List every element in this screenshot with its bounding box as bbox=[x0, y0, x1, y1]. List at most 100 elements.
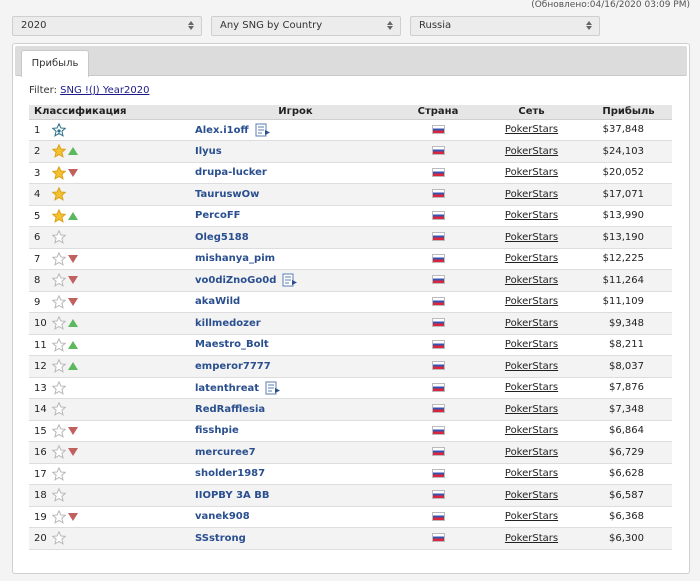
player-link[interactable]: SSstrong bbox=[195, 533, 246, 544]
network-link[interactable]: PokerStars bbox=[505, 167, 558, 178]
player-link[interactable]: Ilyus bbox=[195, 146, 222, 157]
star-empty-icon bbox=[51, 337, 67, 352]
rank-number: 4 bbox=[34, 189, 41, 201]
star-empty-icon bbox=[51, 466, 67, 481]
table-row: 6 Oleg5188 PokerStars $13,190 bbox=[29, 226, 672, 249]
year-select[interactable]: 2020 bbox=[12, 16, 202, 36]
player-link[interactable]: mishanya_pim bbox=[195, 253, 275, 264]
header-profit[interactable]: Прибыль bbox=[585, 105, 672, 120]
network-link[interactable]: PokerStars bbox=[505, 124, 558, 135]
network-link[interactable]: PokerStars bbox=[505, 210, 558, 221]
network-link[interactable]: PokerStars bbox=[505, 232, 558, 243]
star-gold-icon bbox=[51, 143, 67, 159]
trend-up-icon bbox=[67, 340, 79, 350]
header-country[interactable]: Страна bbox=[398, 105, 478, 120]
country-cell bbox=[398, 334, 478, 356]
network-cell: PokerStars bbox=[478, 420, 585, 442]
rank-number: 6 bbox=[34, 232, 41, 244]
network-link[interactable]: PokerStars bbox=[505, 146, 558, 157]
player-link[interactable]: emperor7777 bbox=[195, 361, 271, 372]
network-link[interactable]: PokerStars bbox=[505, 490, 558, 501]
player-cell: mercuree7 bbox=[193, 441, 398, 464]
network-link[interactable]: PokerStars bbox=[505, 447, 558, 458]
player-link[interactable]: RedRafflesia bbox=[195, 404, 265, 415]
notes-icon[interactable] bbox=[265, 381, 281, 395]
table-row: 3 drupa-lucker PokerStars $20,052 bbox=[29, 162, 672, 184]
player-link[interactable]: killmedozer bbox=[195, 318, 261, 329]
player-link[interactable]: Alex.i1off bbox=[195, 125, 249, 136]
notes-icon[interactable] bbox=[282, 273, 298, 287]
rank-number: 18 bbox=[34, 490, 47, 502]
russia-flag-icon bbox=[431, 339, 445, 349]
network-link[interactable]: PokerStars bbox=[505, 253, 558, 264]
rank-cell: 6 bbox=[29, 226, 193, 249]
trend-down-icon bbox=[67, 426, 79, 436]
network-link[interactable]: PokerStars bbox=[505, 339, 558, 350]
player-link[interactable]: fisshpie bbox=[195, 425, 239, 436]
select-arrows-icon bbox=[386, 21, 394, 33]
rank-number: 5 bbox=[34, 210, 41, 222]
table-row: 7 mishanya_pim PokerStars $12,225 bbox=[29, 248, 672, 270]
country-cell bbox=[398, 183, 478, 206]
player-link[interactable]: TauruswOw bbox=[195, 189, 259, 200]
country-select[interactable]: Russia bbox=[410, 16, 600, 36]
player-link[interactable]: drupa-lucker bbox=[195, 167, 267, 178]
network-cell: PokerStars bbox=[478, 463, 585, 485]
rank-cell: 4 bbox=[29, 183, 193, 206]
player-link[interactable]: Maestro_Bolt bbox=[195, 339, 269, 350]
network-link[interactable]: PokerStars bbox=[505, 425, 558, 436]
country-select-value: Russia bbox=[419, 20, 452, 31]
network-link[interactable]: PokerStars bbox=[505, 404, 558, 415]
network-link[interactable]: PokerStars bbox=[505, 361, 558, 372]
player-link[interactable]: mercuree7 bbox=[195, 447, 256, 458]
type-select[interactable]: Any SNG by Country bbox=[211, 16, 401, 36]
table-header-row: Классификация Игрок Страна Сеть Прибыль bbox=[29, 105, 672, 120]
rank-cell: 14 bbox=[29, 398, 193, 421]
network-link[interactable]: PokerStars bbox=[505, 468, 558, 479]
player-link[interactable]: vanek908 bbox=[195, 511, 250, 522]
rank-number: 1 bbox=[34, 124, 41, 136]
star-empty-icon bbox=[51, 315, 67, 331]
tab-profit[interactable]: Прибыль bbox=[21, 50, 89, 77]
profit-cell: $11,109 bbox=[585, 291, 672, 313]
profit-cell: $6,864 bbox=[585, 420, 672, 442]
country-cell bbox=[398, 140, 478, 163]
rank-cell: 17 bbox=[29, 463, 193, 485]
player-link[interactable]: akaWild bbox=[195, 296, 240, 307]
network-link[interactable]: PokerStars bbox=[505, 533, 558, 544]
russia-flag-icon bbox=[431, 318, 445, 328]
header-network[interactable]: Сеть bbox=[478, 105, 585, 120]
player-link[interactable]: vo0diZnoGo0d bbox=[195, 275, 276, 286]
player-link[interactable]: IIOPBY 3A BB bbox=[195, 490, 270, 501]
table-row: 20 SSstrong PokerStars $6,300 bbox=[29, 527, 672, 550]
network-link[interactable]: PokerStars bbox=[505, 511, 558, 522]
country-cell bbox=[398, 441, 478, 464]
network-link[interactable]: PokerStars bbox=[505, 275, 558, 286]
player-link[interactable]: Oleg5188 bbox=[195, 232, 249, 243]
rank-number: 10 bbox=[34, 318, 47, 330]
network-link[interactable]: PokerStars bbox=[505, 189, 558, 200]
player-link[interactable]: PercoFF bbox=[195, 210, 241, 221]
table-row: 1 Alex.i1off PokerStars $37,848 bbox=[29, 119, 672, 141]
country-cell bbox=[398, 377, 478, 399]
network-link[interactable]: PokerStars bbox=[505, 382, 558, 393]
russia-flag-icon bbox=[431, 232, 445, 242]
profit-cell: $6,628 bbox=[585, 463, 672, 485]
network-cell: PokerStars bbox=[478, 484, 585, 507]
player-cell: Alex.i1off bbox=[193, 119, 398, 141]
star-empty-icon bbox=[51, 251, 67, 266]
filter-link[interactable]: SNG !(J) Year2020 bbox=[60, 85, 149, 96]
header-rank[interactable]: Классификация bbox=[29, 105, 193, 120]
header-player[interactable]: Игрок bbox=[193, 105, 398, 120]
network-link[interactable]: PokerStars bbox=[505, 296, 558, 307]
player-link[interactable]: latenthreat bbox=[195, 383, 259, 394]
trend-down-icon bbox=[67, 275, 79, 285]
star-empty-icon bbox=[51, 509, 67, 524]
player-link[interactable]: sholder1987 bbox=[195, 468, 265, 479]
country-cell bbox=[398, 162, 478, 184]
russia-flag-icon bbox=[431, 210, 445, 220]
trend-up-icon bbox=[67, 361, 79, 371]
notes-icon[interactable] bbox=[255, 123, 271, 137]
network-link[interactable]: PokerStars bbox=[505, 318, 558, 329]
table-row: 12 emperor7777 PokerStars $8,037 bbox=[29, 355, 672, 378]
